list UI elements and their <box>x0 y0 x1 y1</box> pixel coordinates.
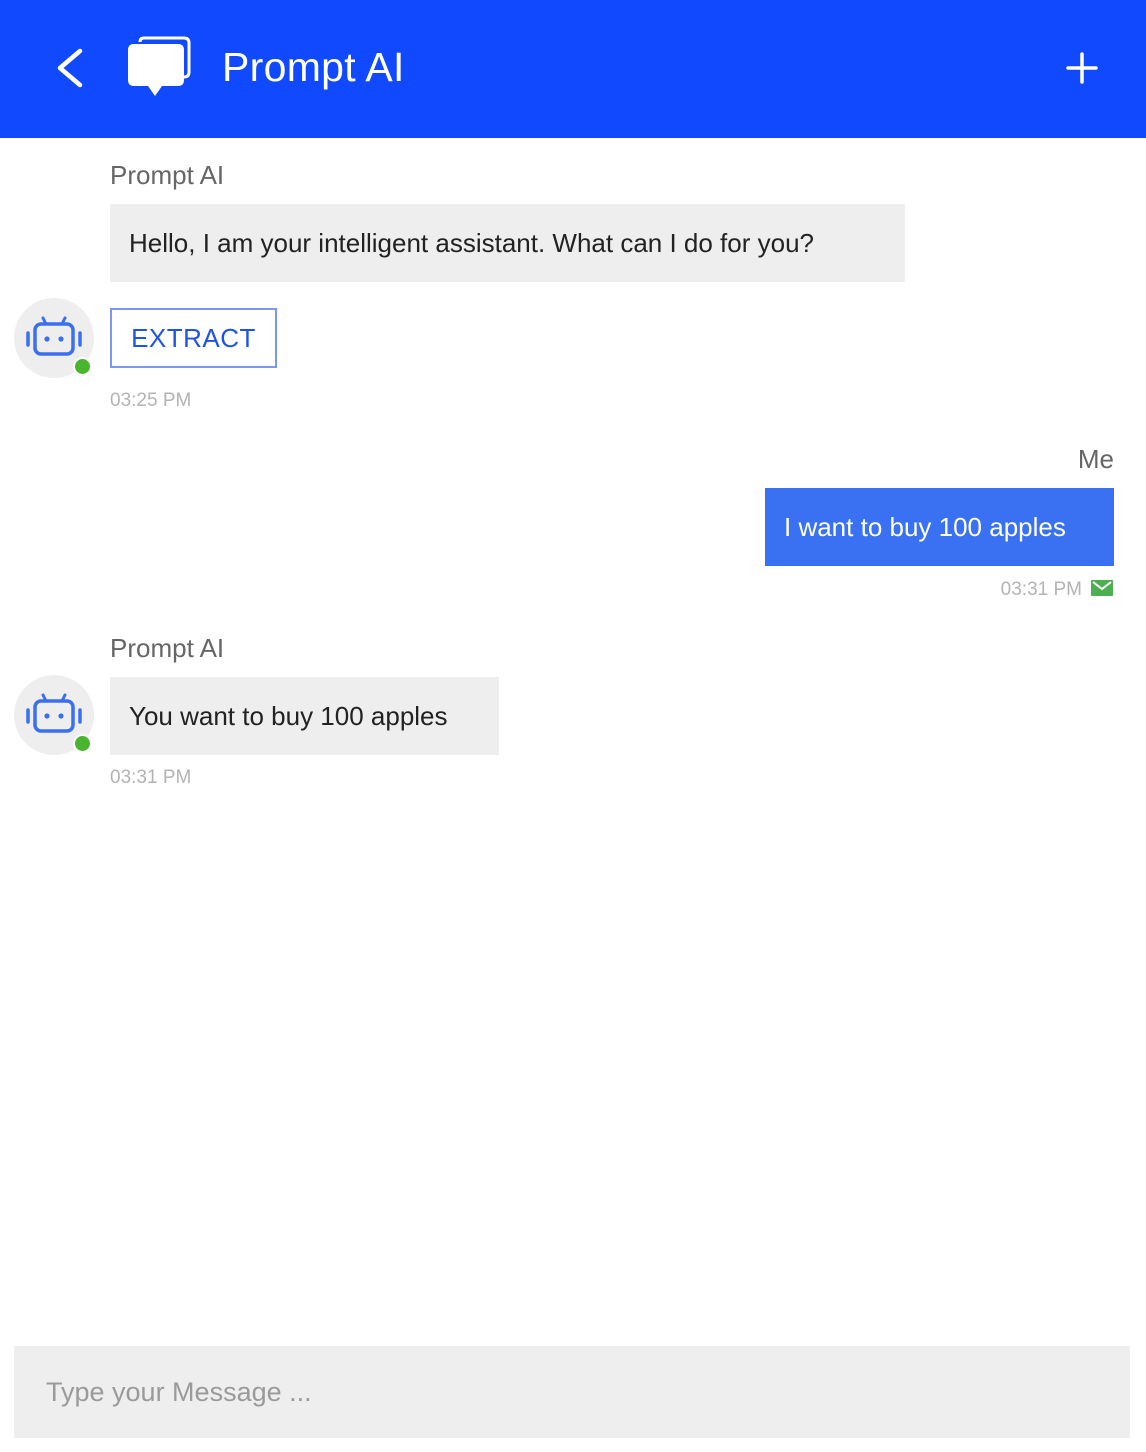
back-button[interactable] <box>46 38 94 98</box>
message-composer <box>14 1346 1130 1438</box>
avatar <box>14 675 94 755</box>
message-sender: Me <box>1077 444 1114 474</box>
plus-icon <box>1066 52 1098 84</box>
message-time: 03:25 PM <box>110 390 192 411</box>
robot-icon <box>26 316 82 356</box>
message-time: 03:31 PM <box>1000 579 1082 600</box>
online-status-dot <box>73 357 92 376</box>
extract-button[interactable]: EXTRACT <box>110 308 277 368</box>
chat-bubbles-icon <box>124 36 194 100</box>
app-header: Prompt AI <box>0 0 1146 138</box>
message-input[interactable] <box>14 1346 1130 1438</box>
online-status-dot <box>73 734 92 753</box>
message-time: 03:31 PM <box>110 767 192 788</box>
message-bubble: I want to buy 100 apples <box>765 488 1114 566</box>
page-title: Prompt AI <box>222 44 405 90</box>
chevron-left-icon <box>57 48 83 88</box>
robot-icon <box>26 693 82 733</box>
new-chat-button[interactable] <box>1056 42 1108 94</box>
avatar <box>14 298 94 378</box>
chat-app: Prompt AI Prompt AI Hello, I am your int… <box>0 0 1146 1452</box>
message-sender: Prompt AI <box>110 160 225 190</box>
mail-sent-icon <box>1091 580 1113 596</box>
message-bubble: Hello, I am your intelligent assistant. … <box>110 204 905 282</box>
message-sender: Prompt AI <box>110 633 225 663</box>
message-bubble: You want to buy 100 apples <box>110 677 499 755</box>
